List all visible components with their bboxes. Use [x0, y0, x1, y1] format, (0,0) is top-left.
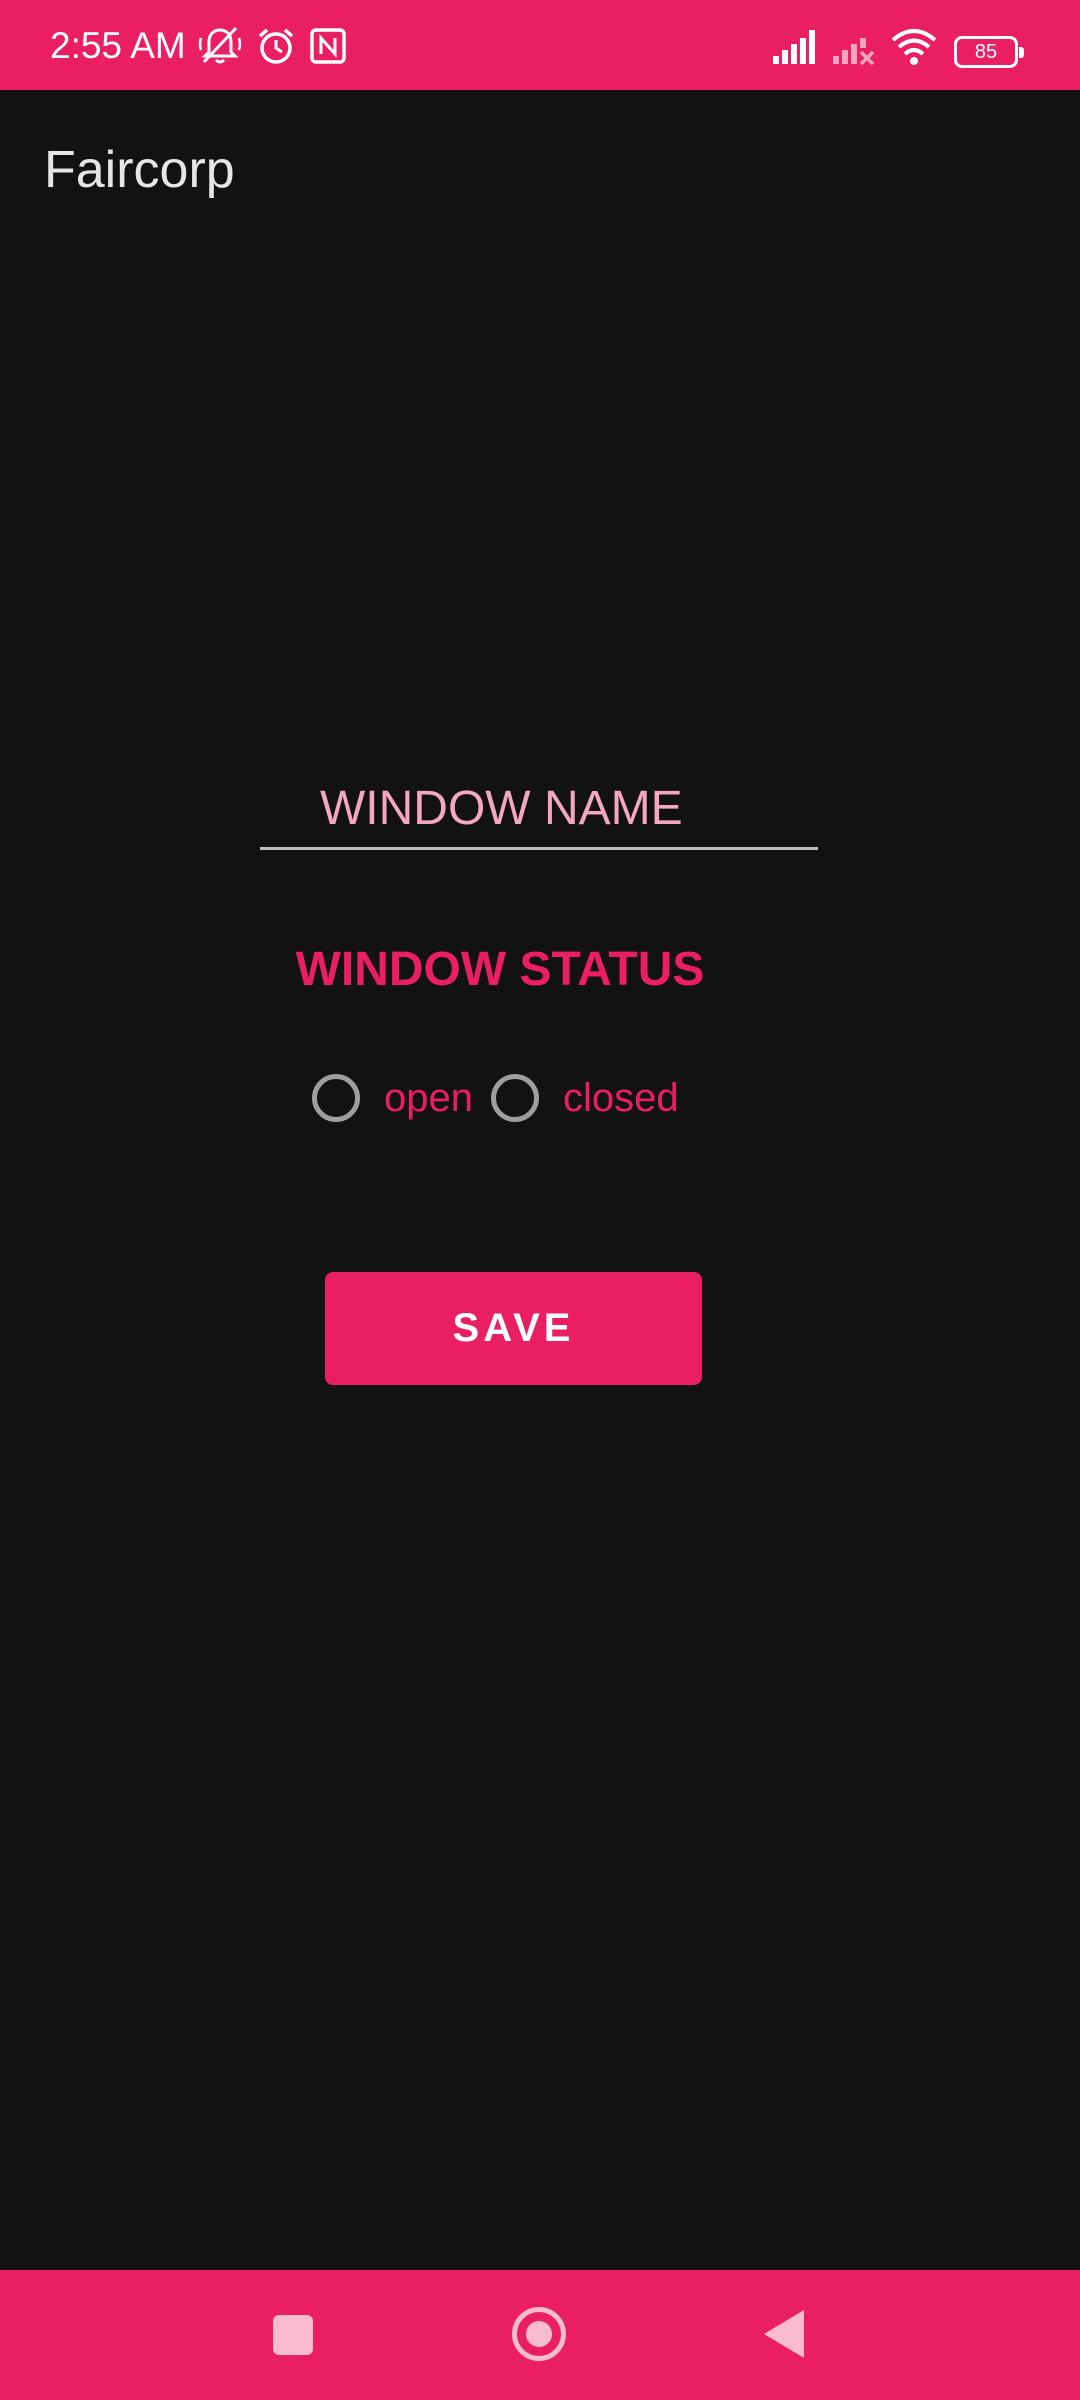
- battery-level: 85: [974, 41, 998, 63]
- radio-closed[interactable]: [490, 1074, 539, 1122]
- nfc-icon: [310, 28, 346, 64]
- wifi-icon: [891, 29, 937, 65]
- battery-icon: 85: [954, 36, 1024, 68]
- recents-icon[interactable]: [273, 2315, 313, 2355]
- back-icon[interactable]: [764, 2310, 804, 2358]
- status-bar: 2:55 AM 85: [0, 0, 1080, 90]
- signal-no-service-icon: [833, 38, 875, 66]
- radio-closed-label[interactable]: closed: [563, 1076, 679, 1121]
- window-name-input[interactable]: [260, 770, 818, 850]
- radio-open[interactable]: [312, 1074, 360, 1122]
- signal-icon: [773, 30, 815, 64]
- save-button[interactable]: SAVE: [325, 1272, 702, 1385]
- radio-open-label[interactable]: open: [384, 1076, 473, 1121]
- home-dot: [526, 2321, 552, 2347]
- app-title: Faircorp: [44, 141, 235, 199]
- navigation-bar: [0, 2270, 1080, 2400]
- window-status-radio-group: open closed: [312, 1068, 697, 1128]
- alarm-icon: [258, 28, 294, 64]
- app-bar: Faircorp: [0, 90, 1080, 250]
- status-time: 2:55 AM: [50, 25, 186, 66]
- window-status-heading: WINDOW STATUS: [295, 943, 705, 996]
- bell-off-icon: [198, 26, 242, 64]
- home-icon[interactable]: [512, 2307, 566, 2361]
